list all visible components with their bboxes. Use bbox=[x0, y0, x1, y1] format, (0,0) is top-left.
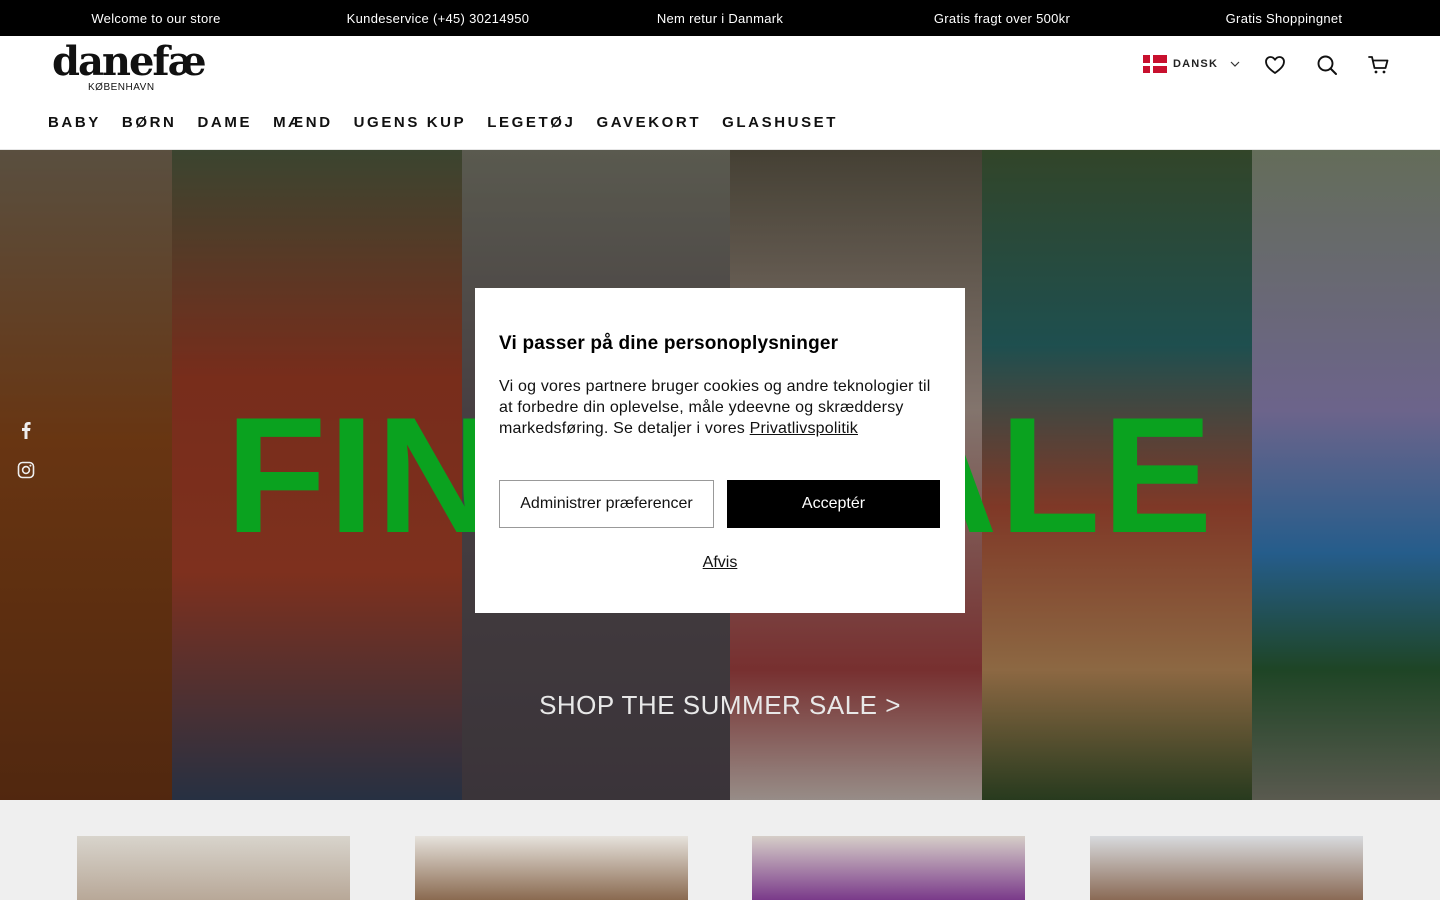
nav-item-legetoj[interactable]: LEGETØJ bbox=[487, 114, 575, 131]
nav-item-gavekort[interactable]: GAVEKORT bbox=[596, 114, 701, 131]
nav-item-dame[interactable]: DAME bbox=[197, 114, 252, 131]
language-label: DANSK bbox=[1173, 58, 1219, 70]
language-selector[interactable]: DANSK bbox=[1143, 55, 1240, 73]
wishlist-heart-icon[interactable] bbox=[1263, 53, 1287, 77]
site-header: danefæ KØBENHAVN DANSK BABY BØRN DAME MÆ… bbox=[0, 36, 1440, 150]
nav-item-baby[interactable]: BABY bbox=[48, 114, 101, 131]
cookie-dialog-body: Vi og vores partnere bruger cookies og a… bbox=[499, 376, 941, 439]
cookie-dialog-title: Vi passer på dine personoplysninger bbox=[499, 333, 839, 354]
collection-card[interactable] bbox=[77, 836, 350, 900]
main-navigation: BABY BØRN DAME MÆND UGENS KUP LEGETØJ GA… bbox=[48, 114, 859, 131]
announcement-item: Gratis fragt over 500kr bbox=[933, 10, 1071, 26]
nav-item-ugens-kup[interactable]: UGENS KUP bbox=[354, 114, 467, 131]
announcement-item: Nem retur i Danmark bbox=[656, 10, 784, 26]
hero-cta-link[interactable]: SHOP THE SUMMER SALE > bbox=[0, 690, 1440, 721]
danish-flag-icon bbox=[1143, 55, 1167, 73]
search-icon[interactable] bbox=[1315, 53, 1339, 77]
cookie-dialog-text: Vi og vores partnere bruger cookies og a… bbox=[499, 378, 931, 437]
nav-item-glashuset[interactable]: GLASHUSET bbox=[722, 114, 838, 131]
chevron-down-icon bbox=[1230, 61, 1240, 67]
collection-card[interactable] bbox=[1090, 836, 1363, 900]
announcement-item: Gratis Shoppingnet bbox=[1225, 10, 1343, 26]
featured-collection bbox=[0, 800, 1440, 900]
instagram-icon[interactable] bbox=[16, 460, 36, 480]
collection-card[interactable] bbox=[752, 836, 1025, 900]
manage-preferences-button[interactable]: Administrer præferencer bbox=[499, 480, 714, 528]
collection-card[interactable] bbox=[415, 836, 688, 900]
cookie-consent-dialog: Vi passer på dine personoplysninger Vi o… bbox=[475, 288, 965, 613]
privacy-policy-link[interactable]: Privatlivspolitik bbox=[750, 420, 858, 437]
nav-item-born[interactable]: BØRN bbox=[122, 114, 177, 131]
nav-item-maend[interactable]: MÆND bbox=[273, 114, 333, 131]
announcement-item: Welcome to our store bbox=[91, 10, 221, 26]
reject-cookies-link[interactable]: Afvis bbox=[475, 554, 965, 572]
announcement-item[interactable]: Kundeservice (+45) 30214950 bbox=[347, 11, 530, 26]
logo-subtitle: KØBENHAVN bbox=[88, 82, 155, 93]
facebook-icon[interactable] bbox=[16, 420, 36, 440]
announcement-bar: Welcome to our store Kundeservice (+45) … bbox=[0, 0, 1440, 36]
store-logo[interactable]: danefæ KØBENHAVN bbox=[52, 38, 207, 94]
logo-wordmark: danefæ bbox=[52, 38, 207, 85]
cart-icon[interactable] bbox=[1367, 53, 1391, 77]
accept-cookies-button[interactable]: Acceptér bbox=[727, 480, 940, 528]
